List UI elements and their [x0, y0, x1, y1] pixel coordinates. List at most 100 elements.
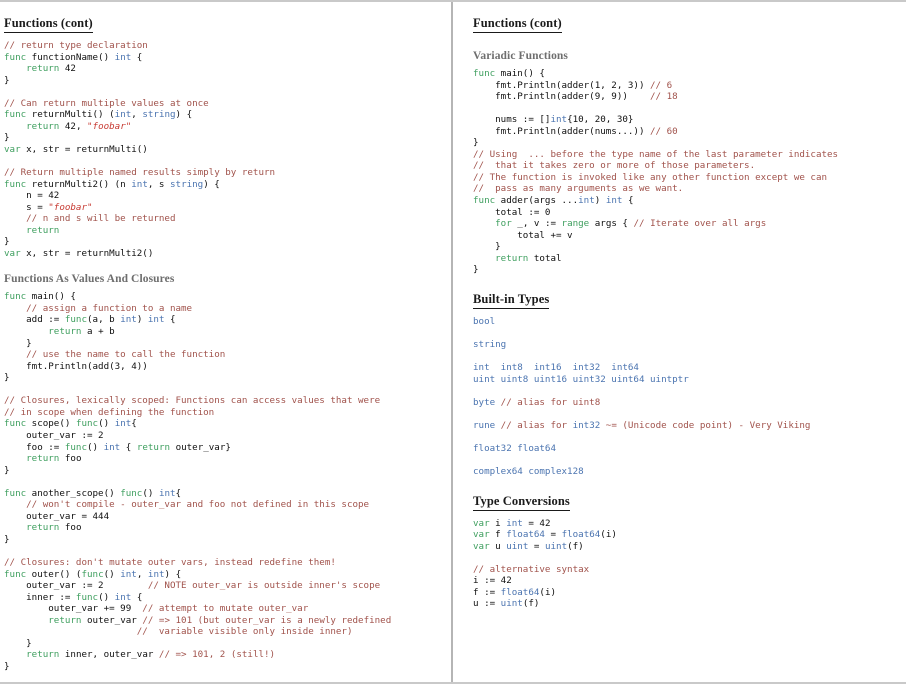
code-token: outer_var: [81, 614, 143, 626]
code-token: // n and s will be returned: [26, 213, 176, 225]
code-token: }: [473, 241, 501, 253]
code-token: int: [158, 487, 176, 499]
right-section-heading-functions-cont: Functions (cont): [473, 16, 562, 33]
code-token: (f): [567, 540, 584, 552]
type-conversions-list: var i int = 42 var f float64 = float64(i…: [473, 518, 900, 610]
code-block-function-values-main: func main() { // assign a function to a …: [4, 291, 445, 383]
code-token: {: [622, 195, 634, 207]
code-token: (): [103, 568, 121, 580]
code-token: {: [131, 51, 143, 63]
code-token: a + b: [81, 326, 115, 338]
code-token: {: [175, 487, 182, 499]
code-token: int: [114, 51, 132, 63]
variadic-main-block: func main() { fmt.Println(adder(1, 2, 3)…: [473, 68, 900, 149]
code-token: s =: [4, 201, 49, 213]
subheading-functions-as-values-and-closures: Functions As Values And Closures: [4, 273, 175, 286]
code-token: outer_var}: [170, 441, 231, 453]
code-token: ): [594, 195, 606, 207]
code-token: complex64 complex128: [473, 465, 584, 477]
code-token: func: [473, 195, 501, 207]
code-token: func: [4, 291, 32, 303]
code-token: var: [4, 247, 21, 259]
code-token: return: [26, 453, 60, 465]
code-token: // return type declaration: [4, 40, 148, 51]
code-token: (): [98, 591, 115, 603]
code-token: outer_var += 99: [4, 603, 143, 615]
code-token: "foobar": [48, 201, 93, 213]
code-token: func: [473, 68, 501, 79]
code-token: scope(): [31, 418, 76, 430]
code-token: }: [473, 137, 479, 149]
code-token: string: [170, 178, 204, 190]
code-token: func: [64, 441, 87, 453]
code-token: }: [4, 337, 32, 349]
code-token: x, str = returnMulti2(): [20, 247, 154, 259]
code-token: func: [75, 591, 99, 603]
code-token: func: [4, 51, 32, 63]
code-token: args {: [589, 218, 634, 230]
variadic-adder-block: // Using ... before the type name of the…: [473, 149, 900, 276]
code-token: // that it takes zero or more of those p…: [473, 160, 756, 172]
code-token: float64: [500, 586, 540, 598]
code-token: ) {: [175, 109, 193, 121]
code-token: int: [550, 114, 568, 126]
code-token: ,: [136, 568, 148, 580]
code-token: int: [147, 568, 165, 580]
code-token: nums := []: [473, 114, 551, 126]
code-token: }: [4, 74, 10, 86]
code-token: uint uint8 uint16 uint32 uint64 uintptr: [473, 373, 689, 385]
code-token: rune: [473, 419, 501, 431]
code-token: {10, 20, 30}: [567, 114, 634, 126]
code-block-return-multiple-values: // Can return multiple values at once fu…: [4, 98, 445, 156]
code-token: // => 101 (but outer_var is a newly rede…: [142, 614, 392, 626]
code-token: // pass as many arguments as we want.: [473, 183, 684, 195]
code-token: fmt.Println(adder(9, 9)): [473, 91, 651, 103]
code-block-variadic-adder: // Using ... before the type name of the…: [473, 149, 900, 276]
code-token: (): [142, 487, 159, 499]
section-heading-builtin-types: Built-in Types: [473, 292, 550, 309]
code-token: }: [4, 660, 10, 672]
code-token: float64: [561, 529, 601, 541]
code-token: adder(args ...: [500, 195, 579, 207]
code-token: // won't compile - outer_var and foo not…: [26, 499, 370, 511]
code-token: int: [114, 109, 132, 121]
code-token: // Iterate over all args: [633, 218, 767, 230]
code-token: , s: [147, 178, 170, 190]
code-token: var: [473, 529, 490, 541]
code-token: total: [528, 252, 562, 264]
code-token: ) {: [164, 568, 182, 580]
code-token: foo :=: [4, 441, 65, 453]
code-token: = 42: [522, 517, 551, 529]
code-token: return: [495, 252, 529, 264]
code-token: =: [544, 529, 562, 541]
code-token: string: [142, 109, 176, 121]
code-token: ~= (Unicode code point) - Very Viking: [600, 419, 811, 431]
code-token: float32 float64: [473, 442, 556, 454]
code-token: {: [131, 591, 143, 603]
code-token: inner, outer_var: [59, 649, 159, 661]
code-token: func: [81, 568, 104, 580]
code-token: int: [578, 195, 595, 207]
code-token: int: [147, 314, 165, 326]
code-token: int32: [572, 419, 601, 431]
code-token: for: [495, 218, 512, 230]
code-block-return-type-declaration: // return type declaration func function…: [4, 40, 445, 86]
code-token: // alias for uint8: [500, 396, 601, 408]
code-token: }: [473, 264, 479, 276]
code-token: int: [605, 195, 623, 207]
code-token: main() {: [500, 68, 545, 79]
code-block-type-conversions-var: var i int = 42 var f float64 = float64(i…: [473, 518, 900, 553]
code-block-closures-redefine: // Closures: don't mutate outer vars, in…: [4, 557, 445, 672]
code-token: // attempt to mutate outer_var: [142, 603, 309, 615]
code-token: bool: [473, 315, 496, 327]
code-token: // alias for: [500, 419, 573, 431]
code-token: outer_var := 2: [4, 580, 148, 592]
code-token: outer() (: [31, 568, 82, 580]
code-token: f: [489, 529, 507, 541]
code-token: // in scope when defining the function: [4, 406, 215, 418]
